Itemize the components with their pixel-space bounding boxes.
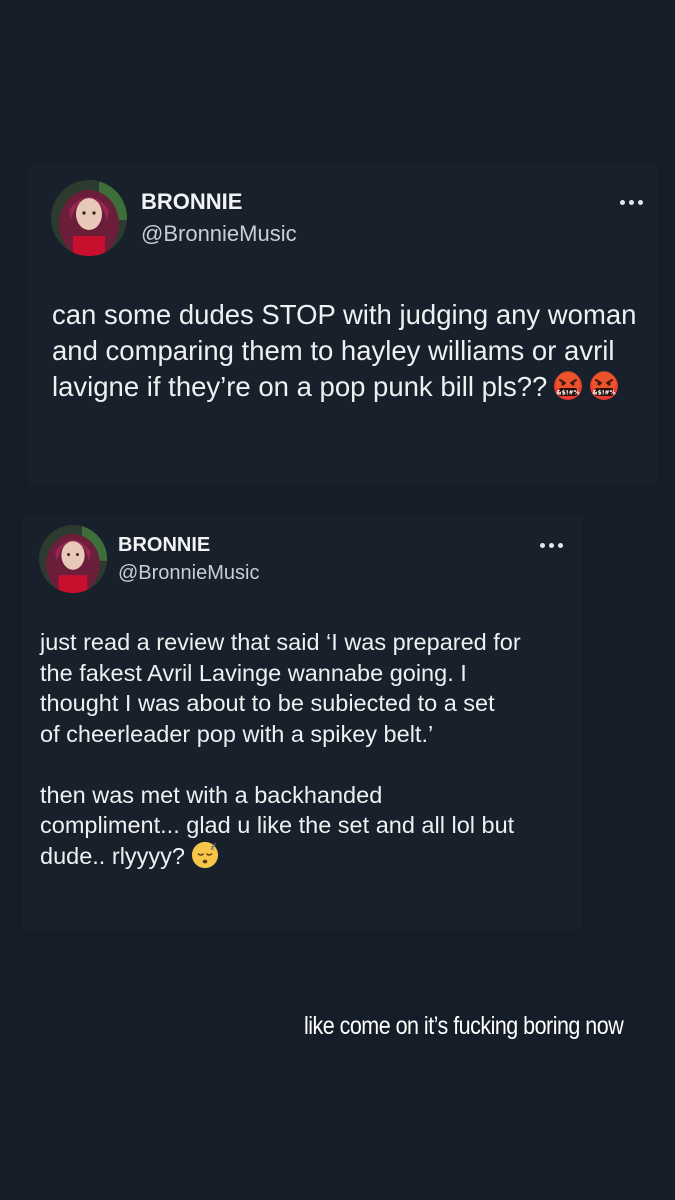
- more-options-icon[interactable]: [540, 543, 563, 548]
- display-name[interactable]: BRONNIE: [118, 534, 210, 557]
- svg-text:&$!#%: &$!#%: [593, 390, 616, 397]
- username-handle[interactable]: @BronnieMusic: [118, 562, 259, 585]
- face-with-symbols-on-mouth-icon: &$!#%: [589, 371, 619, 401]
- tweet-body-paragraph-2: then was met with a backhanded complimen…: [40, 781, 515, 869]
- tweet-text: just read a review that said ‘I was prep…: [40, 627, 580, 871]
- avatar[interactable]: [39, 525, 107, 593]
- svg-text:&$!#%: &$!#%: [557, 390, 580, 397]
- tweet-text: can some dudes STOP with judging any wom…: [52, 297, 642, 405]
- tweet-body-paragraph-1: just read a review that said ‘I was prep…: [40, 629, 521, 747]
- display-name[interactable]: BRONNIE: [141, 189, 242, 215]
- username-handle[interactable]: @BronnieMusic: [141, 221, 297, 247]
- more-options-icon[interactable]: [620, 200, 643, 205]
- tweet-card-2[interactable]: BRONNIE @BronnieMusic just read a review…: [22, 515, 582, 930]
- svg-text:z: z: [213, 842, 216, 847]
- tweet-body: can some dudes STOP with judging any wom…: [52, 299, 637, 402]
- sleeping-face-icon: zz: [191, 841, 219, 869]
- tweet-card-1[interactable]: BRONNIE @BronnieMusic can some dudes STO…: [28, 165, 658, 485]
- face-with-symbols-on-mouth-icon: &$!#%: [553, 371, 583, 401]
- avatar[interactable]: [51, 180, 127, 256]
- story-caption: like come on it’s fucking boring now: [303, 1012, 624, 1040]
